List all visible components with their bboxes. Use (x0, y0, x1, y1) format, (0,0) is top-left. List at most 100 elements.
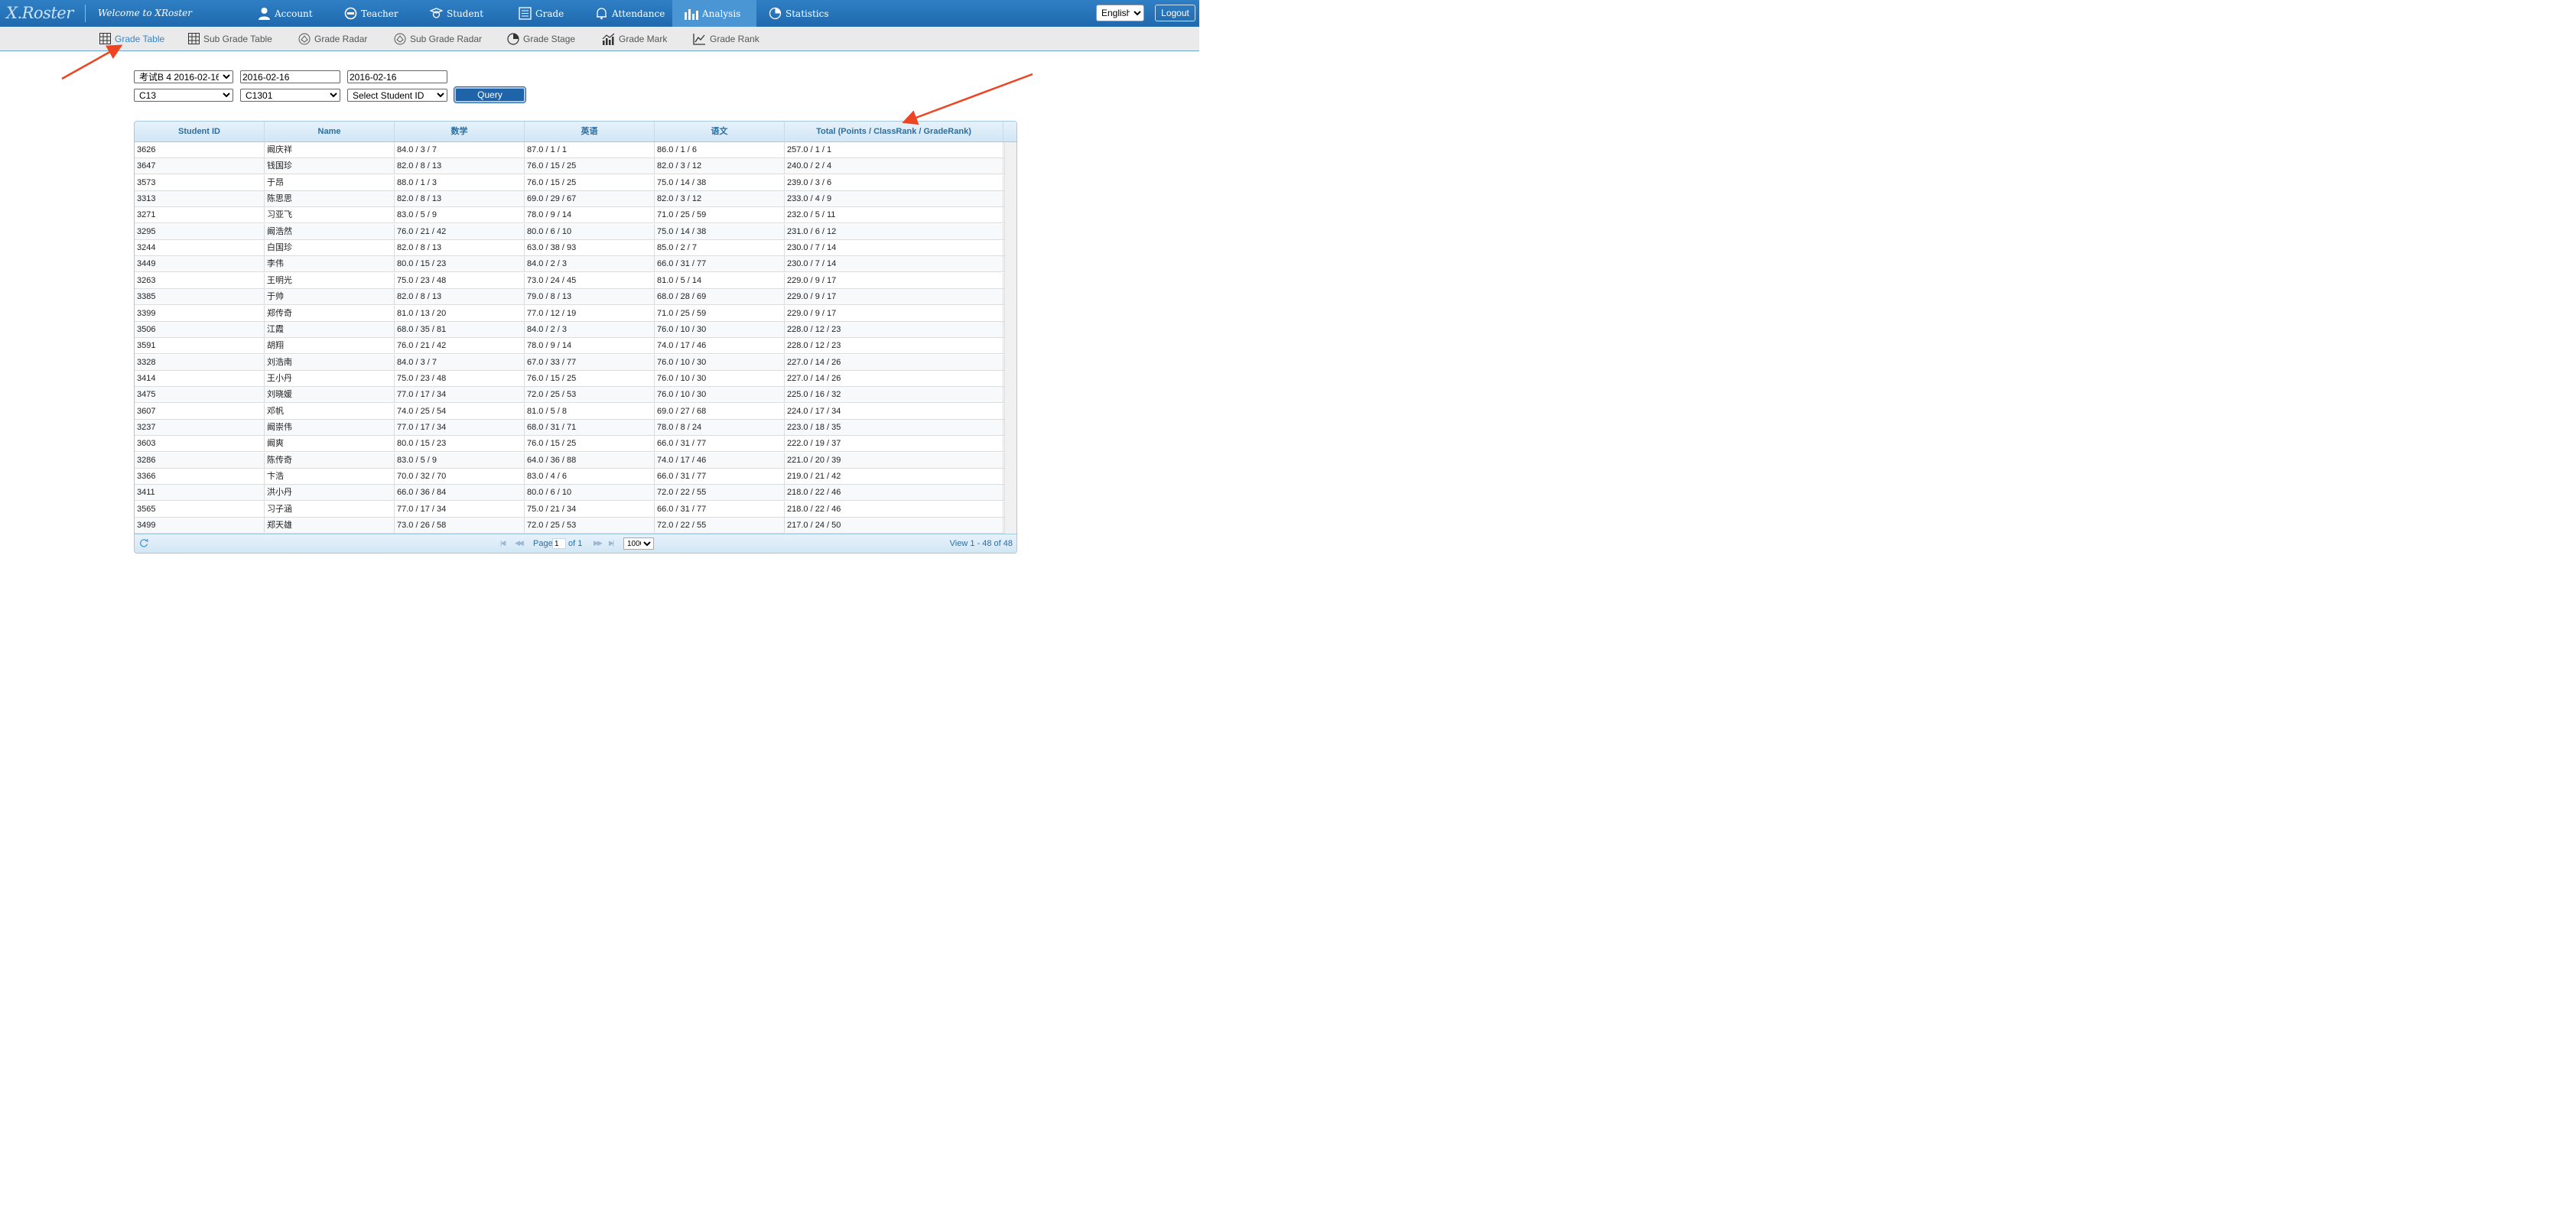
column-header-english[interactable]: 英语 (525, 122, 655, 141)
subnav-grade-table[interactable]: Grade Table (99, 27, 164, 50)
table-row[interactable]: 3573 于昂 88.0 / 1 / 3 76.0 / 15 / 25 75.0 / 1… (135, 174, 1004, 191)
column-header-chinese[interactable]: 语文 (655, 122, 785, 141)
cell-name: 习子涵 (265, 501, 395, 518)
page-number-input[interactable] (552, 538, 566, 549)
cell-student-id: 3385 (135, 289, 265, 306)
cell-english: 83.0 / 4 / 6 (525, 469, 655, 485)
table-row[interactable]: 3366 卞浩 70.0 / 32 / 70 83.0 / 4 / 6 66.0 / 3… (135, 469, 1004, 485)
grade-table: Student ID Name 数学 英语 语文 Total (Points /… (134, 121, 1017, 554)
nav-statistics[interactable]: Statistics (769, 0, 829, 27)
nav-account[interactable]: Account (258, 0, 313, 27)
table-row[interactable]: 3295 阚浩然 76.0 / 21 / 42 80.0 / 6 / 10 75.0 /… (135, 223, 1004, 240)
table-row[interactable]: 3313 陈思思 82.0 / 8 / 13 69.0 / 29 / 67 82.0 /… (135, 191, 1004, 208)
table-row[interactable]: 3263 王明光 75.0 / 23 / 48 73.0 / 24 / 45 81.0 … (135, 272, 1004, 289)
nav-teacher[interactable]: Teacher (344, 0, 398, 27)
table-row[interactable]: 3591 胡翔 76.0 / 21 / 42 78.0 / 9 / 14 74.0 / … (135, 338, 1004, 355)
cell-student-id: 3286 (135, 452, 265, 469)
cell-chinese: 76.0 / 10 / 30 (655, 321, 785, 338)
table-row[interactable]: 3449 李伟 80.0 / 15 / 23 84.0 / 2 / 3 66.0 / 3… (135, 256, 1004, 273)
table-row[interactable]: 3385 于帅 82.0 / 8 / 13 79.0 / 8 / 13 68.0 / 2… (135, 289, 1004, 306)
cell-math: 88.0 / 1 / 3 (395, 174, 525, 191)
subnav-sub-grade-table[interactable]: Sub Grade Table (188, 27, 272, 50)
exam-select[interactable]: 考试B 4 2016-02-16 (134, 70, 233, 83)
cell-chinese: 74.0 / 17 / 46 (655, 338, 785, 355)
nav-attendance[interactable]: Attendance (595, 0, 665, 27)
cell-student-id: 3647 (135, 158, 265, 175)
table-row[interactable]: 3411 洪小丹 66.0 / 36 / 84 80.0 / 6 / 10 72.0 /… (135, 485, 1004, 502)
column-header-math[interactable]: 数学 (395, 122, 525, 141)
cell-math: 83.0 / 5 / 9 (395, 452, 525, 469)
table-body: 3626 阚庆祥 84.0 / 3 / 7 87.0 / 1 / 1 86.0 / 1 … (135, 142, 1004, 534)
cell-total: 232.0 / 5 / 11 (785, 207, 1003, 224)
cell-total: 229.0 / 9 / 17 (785, 305, 1003, 322)
cell-student-id: 3414 (135, 370, 265, 387)
pie-chart-icon (507, 32, 519, 45)
cell-total: 230.0 / 7 / 14 (785, 240, 1003, 257)
app-logo[interactable]: X.Roster (6, 2, 73, 24)
vertical-scrollbar[interactable] (1004, 142, 1016, 534)
cell-english: 76.0 / 15 / 25 (525, 174, 655, 191)
nav-grade[interactable]: Grade (519, 0, 564, 27)
cell-math: 83.0 / 5 / 9 (395, 207, 525, 224)
subnav-sub-grade-radar[interactable]: Sub Grade Radar (394, 27, 482, 50)
cell-chinese: 76.0 / 10 / 30 (655, 370, 785, 387)
column-header-total[interactable]: Total (Points / ClassRank / GradeRank) (785, 122, 1003, 141)
page-size-select[interactable]: 1000 (623, 537, 654, 550)
table-row[interactable]: 3499 郑天雄 73.0 / 26 / 58 72.0 / 25 / 53 72.0 … (135, 518, 1004, 534)
logout-button[interactable]: Logout (1155, 5, 1195, 21)
class-select[interactable]: C1301 (240, 89, 340, 102)
table-row[interactable]: 3475 刘晓媛 77.0 / 17 / 34 72.0 / 25 / 53 76.0 … (135, 387, 1004, 404)
table-row[interactable]: 3244 白国珍 82.0 / 8 / 13 63.0 / 38 / 93 85.0 /… (135, 240, 1004, 257)
table-row[interactable]: 3647 钱国珍 82.0 / 8 / 13 76.0 / 15 / 25 82.0 /… (135, 158, 1004, 175)
cell-name: 王小丹 (265, 370, 395, 387)
cell-english: 76.0 / 15 / 25 (525, 370, 655, 387)
table-row[interactable]: 3271 习亚飞 83.0 / 5 / 9 78.0 / 9 / 14 71.0 / 2… (135, 207, 1004, 224)
column-header-student-id[interactable]: Student ID (135, 122, 265, 141)
table-row[interactable]: 3506 江霞 68.0 / 35 / 81 84.0 / 2 / 3 76.0 / 1… (135, 321, 1004, 338)
start-date-input[interactable] (240, 70, 340, 83)
subnav-label: Grade Radar (314, 33, 368, 44)
cell-name: 阚庆祥 (265, 142, 395, 158)
table-row[interactable]: 3286 陈传奇 83.0 / 5 / 9 64.0 / 36 / 88 74.0 / … (135, 452, 1004, 469)
student-id-select[interactable]: Select Student ID (347, 89, 447, 102)
cell-student-id: 3263 (135, 272, 265, 289)
cell-chinese: 71.0 / 25 / 59 (655, 207, 785, 224)
cell-name: 邓帆 (265, 403, 395, 420)
cell-total: 231.0 / 6 / 12 (785, 223, 1003, 240)
cell-chinese: 78.0 / 8 / 24 (655, 419, 785, 436)
table-row[interactable]: 3603 阚爽 80.0 / 15 / 23 76.0 / 15 / 25 66.0 /… (135, 436, 1004, 453)
refresh-icon[interactable] (139, 538, 148, 547)
table-row[interactable]: 3399 郑传奇 81.0 / 13 / 20 77.0 / 12 / 19 71.0 … (135, 305, 1004, 322)
prev-page-icon[interactable]: ◀◀ (515, 539, 524, 547)
cell-math: 84.0 / 3 / 7 (395, 354, 525, 371)
nav-label: Statistics (785, 8, 829, 19)
table-row[interactable]: 3607 邓帆 74.0 / 25 / 54 81.0 / 5 / 8 69.0 / 2… (135, 403, 1004, 420)
nav-label: Account (275, 8, 313, 19)
nav-analysis[interactable]: Analysis (672, 0, 756, 27)
last-page-icon[interactable]: ▶| (609, 539, 614, 547)
subnav-label: Grade Mark (619, 33, 668, 44)
cell-math: 82.0 / 8 / 13 (395, 191, 525, 208)
subnav-grade-radar[interactable]: Grade Radar (298, 27, 367, 50)
cell-chinese: 86.0 / 1 / 6 (655, 142, 785, 158)
table-row[interactable]: 3237 阚崇伟 77.0 / 17 / 34 68.0 / 31 / 71 78.0 … (135, 419, 1004, 436)
table-row[interactable]: 3414 王小丹 75.0 / 23 / 48 76.0 / 15 / 25 76.0 … (135, 370, 1004, 387)
subnav-grade-rank[interactable]: Grade Rank (693, 27, 759, 50)
grade-select[interactable]: C13 (134, 89, 233, 102)
record-count: View 1 - 48 of 48 (949, 539, 1013, 548)
subnav-grade-mark[interactable]: Grade Mark (602, 27, 667, 50)
language-select[interactable]: English (1096, 5, 1144, 21)
next-page-icon[interactable]: ▶▶ (594, 539, 603, 547)
query-button[interactable]: Query (454, 86, 526, 103)
column-header-name[interactable]: Name (265, 122, 395, 141)
end-date-input[interactable] (347, 70, 447, 83)
table-row[interactable]: 3565 习子涵 77.0 / 17 / 34 75.0 / 21 / 34 66.0 … (135, 501, 1004, 518)
table-row[interactable]: 3626 阚庆祥 84.0 / 3 / 7 87.0 / 1 / 1 86.0 / 1 … (135, 142, 1004, 158)
table-row[interactable]: 3328 刘浩南 84.0 / 3 / 7 67.0 / 33 / 77 76.0 / … (135, 354, 1004, 371)
cell-name: 胡翔 (265, 338, 395, 355)
first-page-icon[interactable]: |◀ (500, 539, 506, 547)
nav-student[interactable]: Student (430, 0, 483, 27)
cell-total: 221.0 / 20 / 39 (785, 452, 1003, 469)
cell-name: 卞浩 (265, 469, 395, 485)
subnav-grade-stage[interactable]: Grade Stage (507, 27, 575, 50)
